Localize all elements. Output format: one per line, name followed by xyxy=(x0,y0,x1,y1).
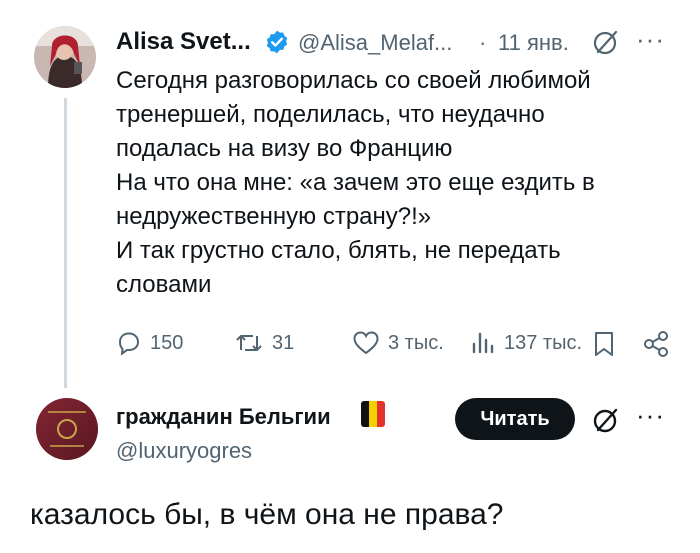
repost-count: 31 xyxy=(272,331,295,354)
more-icon[interactable]: ··· xyxy=(636,400,665,431)
views-count: 137 тыс. xyxy=(504,331,583,354)
tweet-text-line: подалась на визу во Францию xyxy=(116,135,453,162)
share-icon[interactable] xyxy=(642,330,670,363)
belgium-flag-icon xyxy=(361,401,385,427)
avatar-alisa[interactable] xyxy=(34,26,96,88)
tweet-date[interactable]: 11 янв. xyxy=(498,30,569,56)
like-count: 3 тыс. xyxy=(388,331,444,354)
more-icon[interactable]: ··· xyxy=(636,24,665,55)
repost-icon xyxy=(236,335,262,351)
tweet-text-line: На что она мне: «а зачем это еще ездить … xyxy=(116,169,595,196)
tweet-text-line: тренершей, поделилась, что неудачно xyxy=(116,101,545,128)
verified-badge-icon xyxy=(264,29,290,60)
tweet-text-line: словами xyxy=(116,271,212,298)
views-button[interactable]: 137 тыс. xyxy=(470,330,582,356)
author-name[interactable]: гражданин Бельгии xyxy=(116,404,331,430)
tweet-text-line: недружественную страну?!» xyxy=(116,203,432,230)
thread-line xyxy=(64,98,67,388)
follow-button[interactable]: Читать xyxy=(455,398,575,440)
repost-button[interactable]: 31 xyxy=(234,330,294,356)
reply-icon xyxy=(118,332,140,356)
author-name[interactable]: Alisa Svet... xyxy=(116,28,251,56)
tweet-text: казалось бы, в чём она не права? xyxy=(30,498,504,531)
grok-icon[interactable] xyxy=(592,28,620,61)
author-handle[interactable]: @luxuryogres xyxy=(116,438,252,464)
reply-button[interactable]: 150 xyxy=(116,330,183,356)
reply-count: 150 xyxy=(150,331,184,354)
tweet-text-line: Сегодня разговорилась со своей любимой xyxy=(116,67,591,94)
views-icon xyxy=(472,332,494,354)
author-handle[interactable]: @Alisa_Melaf... xyxy=(298,30,452,56)
tweet-text: Сегодня разговорилась со своей любимой т… xyxy=(116,64,595,302)
separator-dot: · xyxy=(479,30,487,55)
like-icon xyxy=(353,331,379,355)
tweet-text-line: И так грустно стало, блять, не передать xyxy=(116,237,561,264)
grok-icon[interactable] xyxy=(592,406,620,439)
bookmark-icon[interactable] xyxy=(592,330,616,363)
like-button[interactable]: 3 тыс. xyxy=(352,330,444,356)
avatar-luxuryogres[interactable] xyxy=(36,398,98,460)
